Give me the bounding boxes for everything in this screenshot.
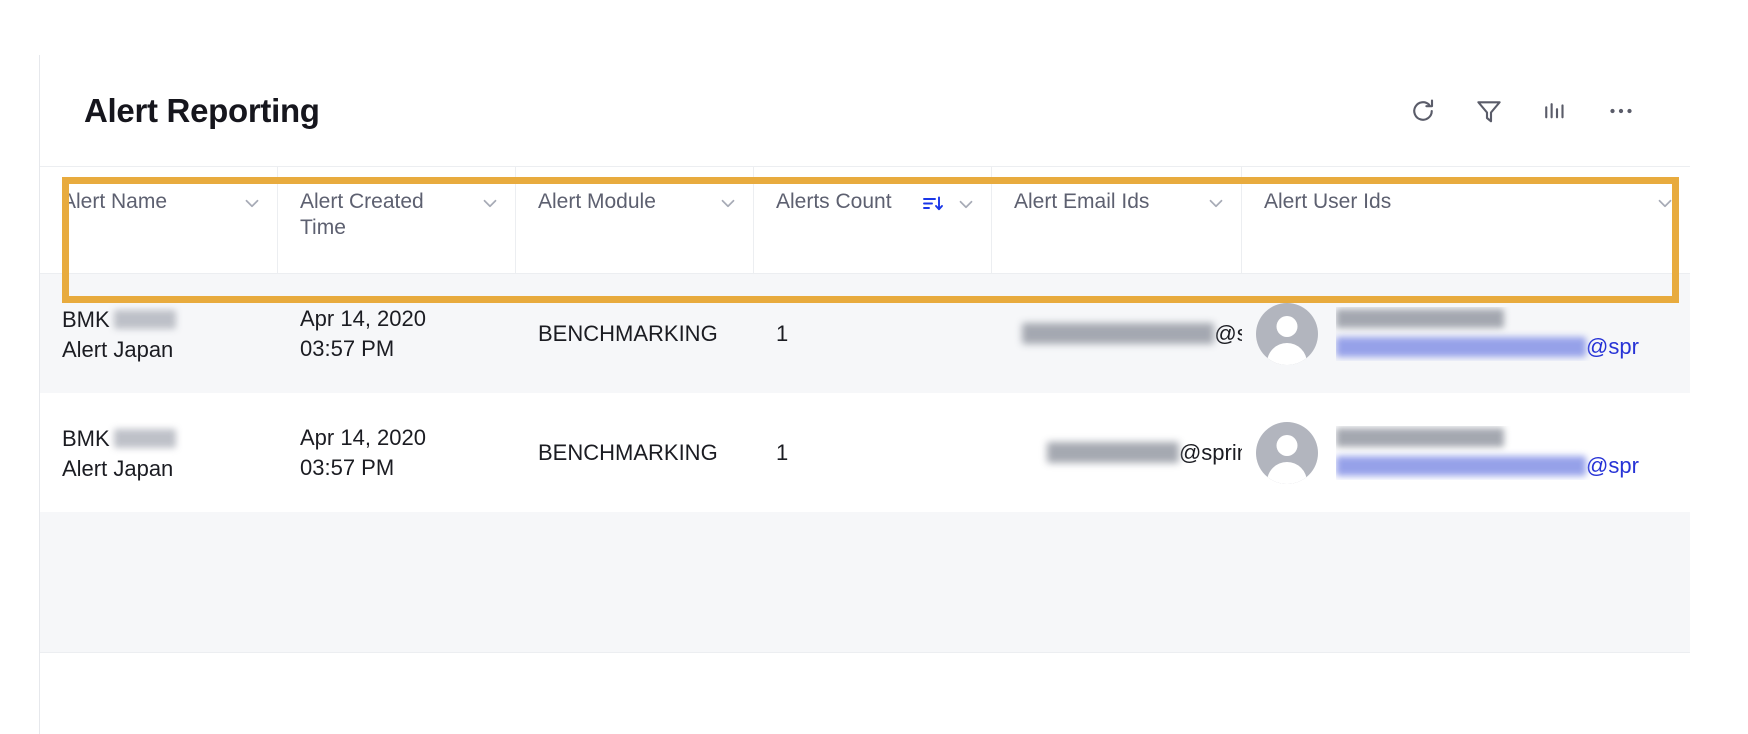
user-display-name: [1336, 426, 1639, 450]
cell-alert-user-ids: @spr: [1242, 274, 1690, 393]
cell-alert-name: BMK Alert Japan: [40, 274, 278, 393]
column-header-label: Alert Module: [538, 190, 656, 213]
refresh-icon: [1408, 96, 1438, 126]
column-header-label: Alerts Count: [776, 190, 892, 213]
cell-alert-module: BENCHMARKING: [538, 320, 718, 346]
column-header-alert-name[interactable]: Alert Name: [40, 167, 278, 273]
column-header-icons: [241, 189, 263, 219]
column-header-icons: [717, 189, 739, 219]
redacted-text: [113, 309, 176, 329]
redacted-text: [113, 428, 176, 448]
user-email-link[interactable]: @spr: [1336, 452, 1639, 480]
bar-chart-icon: [1540, 96, 1570, 126]
chevron-down-icon[interactable]: [955, 193, 977, 220]
column-header-icons: [1654, 189, 1676, 219]
email-visible-suffix: @sp: [1214, 320, 1242, 346]
sort-descending-icon[interactable]: [921, 192, 945, 221]
redacted-user-email: [1336, 336, 1586, 357]
column-header-alert-created-time[interactable]: Alert Created Time: [278, 167, 516, 273]
column-header-label: Alert Email Ids: [1014, 190, 1150, 213]
cell-alert-email-ids: @sp: [992, 274, 1242, 393]
created-time: 03:57 PM: [300, 335, 395, 361]
cell-alerts-count: 1: [776, 320, 789, 346]
column-header-icons: [479, 189, 501, 219]
cell-alert-name: BMK Alert Japan: [40, 393, 278, 512]
alert-name-suffix: Alert Japan: [62, 455, 174, 481]
cell-alert-created-time: Apr 14, 2020 03:57 PM: [278, 274, 516, 393]
more-options-button[interactable]: [1604, 94, 1638, 128]
cell-alert-user-ids: @spr: [1242, 393, 1690, 512]
user-email-link[interactable]: @spr: [1336, 333, 1639, 361]
refresh-button[interactable]: [1406, 94, 1440, 128]
chevron-down-icon[interactable]: [1654, 192, 1676, 219]
user-email-visible-suffix: @spr: [1586, 333, 1639, 359]
column-header-alert-email-ids[interactable]: Alert Email Ids: [992, 167, 1242, 273]
created-time: 03:57 PM: [300, 454, 395, 480]
column-header-icons: [921, 189, 977, 221]
user-email-visible-suffix: @spr: [1586, 452, 1639, 478]
created-date: Apr 14, 2020: [300, 424, 426, 450]
column-header-label: Alert User Ids: [1264, 190, 1392, 213]
column-header-alert-user-ids[interactable]: Alert User Ids: [1242, 167, 1690, 273]
filter-icon: [1474, 96, 1504, 126]
column-header-alerts-count[interactable]: Alerts Count: [754, 167, 992, 273]
chart-view-button[interactable]: [1538, 94, 1572, 128]
cell-alert-created-time: Apr 14, 2020 03:57 PM: [278, 393, 516, 512]
alert-name-prefix: BMK: [62, 425, 110, 451]
page-title: Alert Reporting: [84, 92, 320, 129]
table-row[interactable]: BMK Alert Japan Apr 14, 2020 03:57 PM BE…: [40, 393, 1690, 512]
alert-name-suffix: Alert Japan: [62, 336, 174, 362]
column-header-label: Alert Created Time: [300, 190, 424, 239]
column-header-label: Alert Name: [62, 190, 168, 213]
card-header: Alert Reporting: [40, 55, 1690, 167]
column-header-icons: [1205, 189, 1227, 219]
alert-reporting-page: Alert Reporting Alert Name Alert Created…: [0, 0, 1748, 734]
redacted-email: [1046, 442, 1179, 463]
chevron-down-icon[interactable]: [1205, 192, 1227, 219]
cell-alert-module: BENCHMARKING: [538, 439, 718, 465]
user-id-lines: @spr: [1336, 426, 1639, 480]
alert-reporting-table: Alert Name Alert Created Time Alert Modu…: [40, 167, 1690, 734]
table-header-row: Alert Name Alert Created Time Alert Modu…: [40, 167, 1690, 274]
table-empty-area: [40, 512, 1690, 653]
redacted-email: [1022, 323, 1215, 344]
more-options-icon: [1606, 96, 1636, 126]
table-footer-area: [40, 653, 1690, 734]
filter-button[interactable]: [1472, 94, 1506, 128]
email-visible-suffix: @sprink: [1178, 439, 1242, 465]
cell-alert-email-ids: @sprink: [992, 393, 1242, 512]
redacted-user-name: [1336, 309, 1504, 328]
column-header-alert-module[interactable]: Alert Module: [516, 167, 754, 273]
user-id-lines: @spr: [1336, 307, 1639, 361]
chevron-down-icon[interactable]: [241, 192, 263, 219]
avatar: [1256, 421, 1318, 484]
user-display-name: [1336, 307, 1639, 331]
redacted-user-name: [1336, 428, 1504, 447]
chevron-down-icon[interactable]: [717, 192, 739, 219]
redacted-user-email: [1336, 455, 1586, 476]
table-row[interactable]: BMK Alert Japan Apr 14, 2020 03:57 PM BE…: [40, 274, 1690, 393]
header-toolbar: [1406, 94, 1638, 128]
avatar: [1256, 302, 1318, 365]
chevron-down-icon[interactable]: [479, 192, 501, 219]
alert-name-prefix: BMK: [62, 306, 110, 332]
created-date: Apr 14, 2020: [300, 305, 426, 331]
cell-alerts-count: 1: [776, 439, 789, 465]
